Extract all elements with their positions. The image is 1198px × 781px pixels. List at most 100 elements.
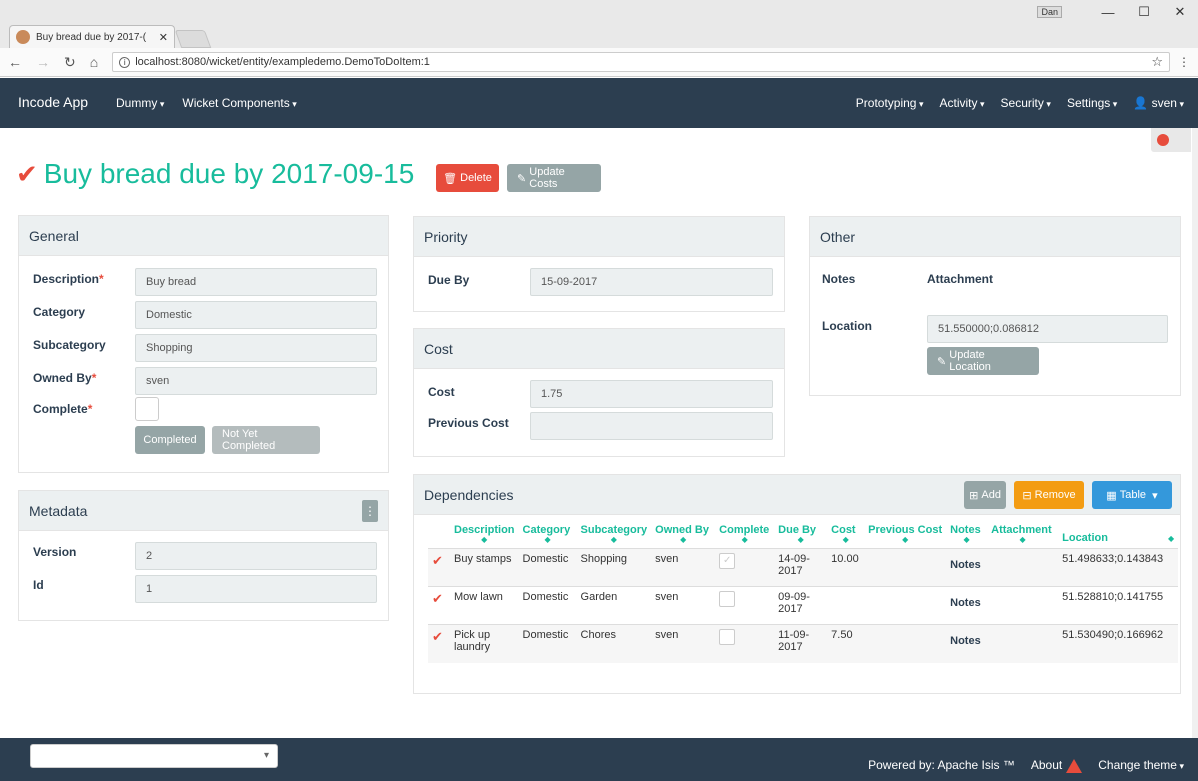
version-field[interactable]: 2 (135, 542, 377, 570)
cell-subcategory: Chores (576, 624, 652, 663)
table-row[interactable]: ✔ Buy stamps Domestic Shopping sven ✓ 14… (428, 548, 1179, 587)
nav-menu-wicket-components[interactable]: Wicket Components (182, 96, 296, 110)
col-previous-cost[interactable]: Previous Cost ◆ (864, 520, 946, 549)
col-subcategory[interactable]: Subcategory ◆ (577, 520, 652, 549)
cell-owned-by: sven (651, 624, 716, 663)
col-owned-by[interactable]: Owned By ◆ (651, 520, 715, 549)
close-window-icon[interactable]: ✕ (1162, 4, 1198, 20)
description-field[interactable]: Buy bread (135, 268, 377, 296)
col-complete[interactable]: Complete ◆ (715, 520, 774, 549)
metadata-panel-header: Metadata ⋮ (19, 491, 388, 531)
new-tab-button[interactable] (174, 30, 212, 48)
id-field[interactable]: 1 (135, 575, 377, 603)
info-icon[interactable]: i (119, 56, 131, 68)
home-icon[interactable]: ⌂ (90, 54, 98, 70)
cell-location: 51.530490;0.166962 (1058, 624, 1179, 663)
other-panel-title: Other (810, 217, 1180, 257)
priority-panel-title: Priority (414, 217, 784, 257)
footer-select[interactable]: ▾ (30, 744, 278, 768)
bookmark-star-icon[interactable]: ☆ (1151, 54, 1163, 70)
add-button[interactable]: ⊞ Add (964, 481, 1006, 509)
nav-menu-prototyping[interactable]: Prototyping (856, 96, 924, 110)
url-input[interactable]: i localhost:8080/wicket/entity/examplede… (112, 52, 1170, 72)
previous-cost-field[interactable] (530, 412, 773, 440)
cell-location: 51.528810;0.141755 (1058, 586, 1179, 625)
table-view-button[interactable]: ▦ Table ▾ (1092, 481, 1172, 509)
col-cost[interactable]: Cost ◆ (827, 520, 864, 549)
completed-button[interactable]: Completed (135, 426, 205, 454)
sort-icon: ◆ (680, 535, 687, 544)
maximize-icon[interactable]: ☐ (1126, 4, 1162, 20)
cell-attachment (987, 586, 1059, 625)
chevron-down-icon: ▾ (1146, 489, 1158, 502)
other-panel: Other Notes Attachment Location 51.55000… (809, 216, 1181, 396)
category-field[interactable]: Domestic (135, 301, 377, 329)
cell-description[interactable]: Mow lawn (450, 586, 519, 625)
remove-button[interactable]: ⊟ Remove (1014, 481, 1084, 509)
change-theme-menu[interactable]: Change theme (1098, 758, 1184, 772)
browser-menu-icon[interactable]: ⋮ (1178, 55, 1190, 69)
cell-previous-cost (864, 586, 947, 625)
location-field[interactable]: 51.550000;0.086812 (927, 315, 1168, 343)
nav-menu-dummy[interactable]: Dummy (116, 96, 164, 110)
reload-icon[interactable]: ↻ (64, 54, 76, 71)
dependencies-actions: ⊞ Add ⊟ Remove ▦ Table ▾ (964, 481, 1172, 509)
metadata-menu-icon[interactable]: ⋮ (362, 499, 378, 522)
subcategory-field[interactable]: Shopping (135, 334, 377, 362)
update-location-button[interactable]: ✎ Update Location (927, 347, 1039, 375)
back-icon[interactable]: ← (8, 54, 22, 70)
cell-description[interactable]: Buy stamps (450, 548, 519, 587)
update-costs-button[interactable]: ✎ Update Costs (507, 164, 601, 192)
table-row[interactable]: ✔ Mow lawn Domestic Garden sven 09-09-20… (428, 586, 1179, 625)
cell-notes: Notes (946, 624, 988, 663)
cell-description[interactable]: Pick up laundry (450, 624, 519, 663)
not-yet-completed-button[interactable]: Not Yet Completed (212, 426, 320, 454)
nav-menu-settings[interactable]: Settings (1067, 96, 1117, 110)
complete-label: Complete* (33, 402, 93, 416)
general-panel-title: General (19, 216, 388, 256)
debug-toggle-button[interactable] (1151, 128, 1191, 152)
cost-field[interactable]: 1.75 (530, 380, 773, 408)
col-location[interactable]: Location ◆ (1058, 520, 1178, 549)
browser-user-badge[interactable]: Dan (1037, 6, 1062, 18)
col-notes[interactable]: Notes ◆ (946, 520, 987, 549)
nav-menu-user[interactable]: 👤 sven (1133, 96, 1184, 110)
forward-icon[interactable]: → (36, 54, 50, 70)
table-icon: ▦ (1106, 489, 1120, 502)
col-due-by[interactable]: Due By ◆ (774, 520, 827, 549)
plus-icon: ⊞ (969, 489, 982, 502)
col-category[interactable]: Category ◆ (519, 520, 577, 549)
page-title: ✔ Buy bread due by 2017-09-15 (16, 158, 414, 190)
owned-by-field[interactable]: sven (135, 367, 377, 395)
col-description[interactable]: Description ◆ (450, 520, 519, 549)
about-link[interactable]: About (1031, 758, 1083, 773)
browser-tab[interactable]: Buy bread due by 2017-( ✕ (9, 25, 175, 48)
table-row[interactable]: ✔ Pick up laundry Domestic Chores sven 1… (428, 624, 1179, 663)
edit-icon: ✎ (937, 355, 950, 368)
trash-icon: 🗑 (443, 172, 461, 185)
cell-cost: 10.00 (827, 548, 865, 587)
close-tab-icon[interactable]: ✕ (159, 31, 168, 44)
nav-right-menu: Prototyping Activity Security Settings 👤… (856, 96, 1184, 110)
previous-cost-label: Previous Cost (428, 416, 509, 430)
minimize-icon[interactable]: — (1090, 5, 1126, 20)
nav-menu-activity[interactable]: Activity (940, 96, 985, 110)
apache-isis-link[interactable]: Apache Isis ™ (938, 758, 1015, 772)
nav-menu-security[interactable]: Security (1001, 96, 1051, 110)
col-attachment[interactable]: Attachment ◆ (987, 520, 1058, 549)
page-scrollbar[interactable] (1192, 128, 1198, 738)
url-text: localhost:8080/wicket/entity/exampledemo… (135, 56, 430, 68)
due-by-label: Due By (428, 273, 470, 287)
sort-icon: ◆ (902, 535, 909, 544)
checkmark-icon: ✔ (16, 158, 38, 189)
id-label: Id (33, 578, 44, 592)
cell-category: Domestic (518, 586, 577, 625)
delete-button[interactable]: 🗑 Delete (436, 164, 499, 192)
general-panel: General Description* Buy bread Category … (18, 215, 389, 473)
due-by-field[interactable]: 15-09-2017 (530, 268, 773, 296)
window-controls: Dan — ☐ ✕ (1037, 0, 1198, 24)
cell-cost: 7.50 (827, 624, 865, 663)
complete-checkbox[interactable] (135, 397, 159, 421)
debug-icon (1157, 134, 1169, 146)
app-brand[interactable]: Incode App (18, 94, 88, 110)
